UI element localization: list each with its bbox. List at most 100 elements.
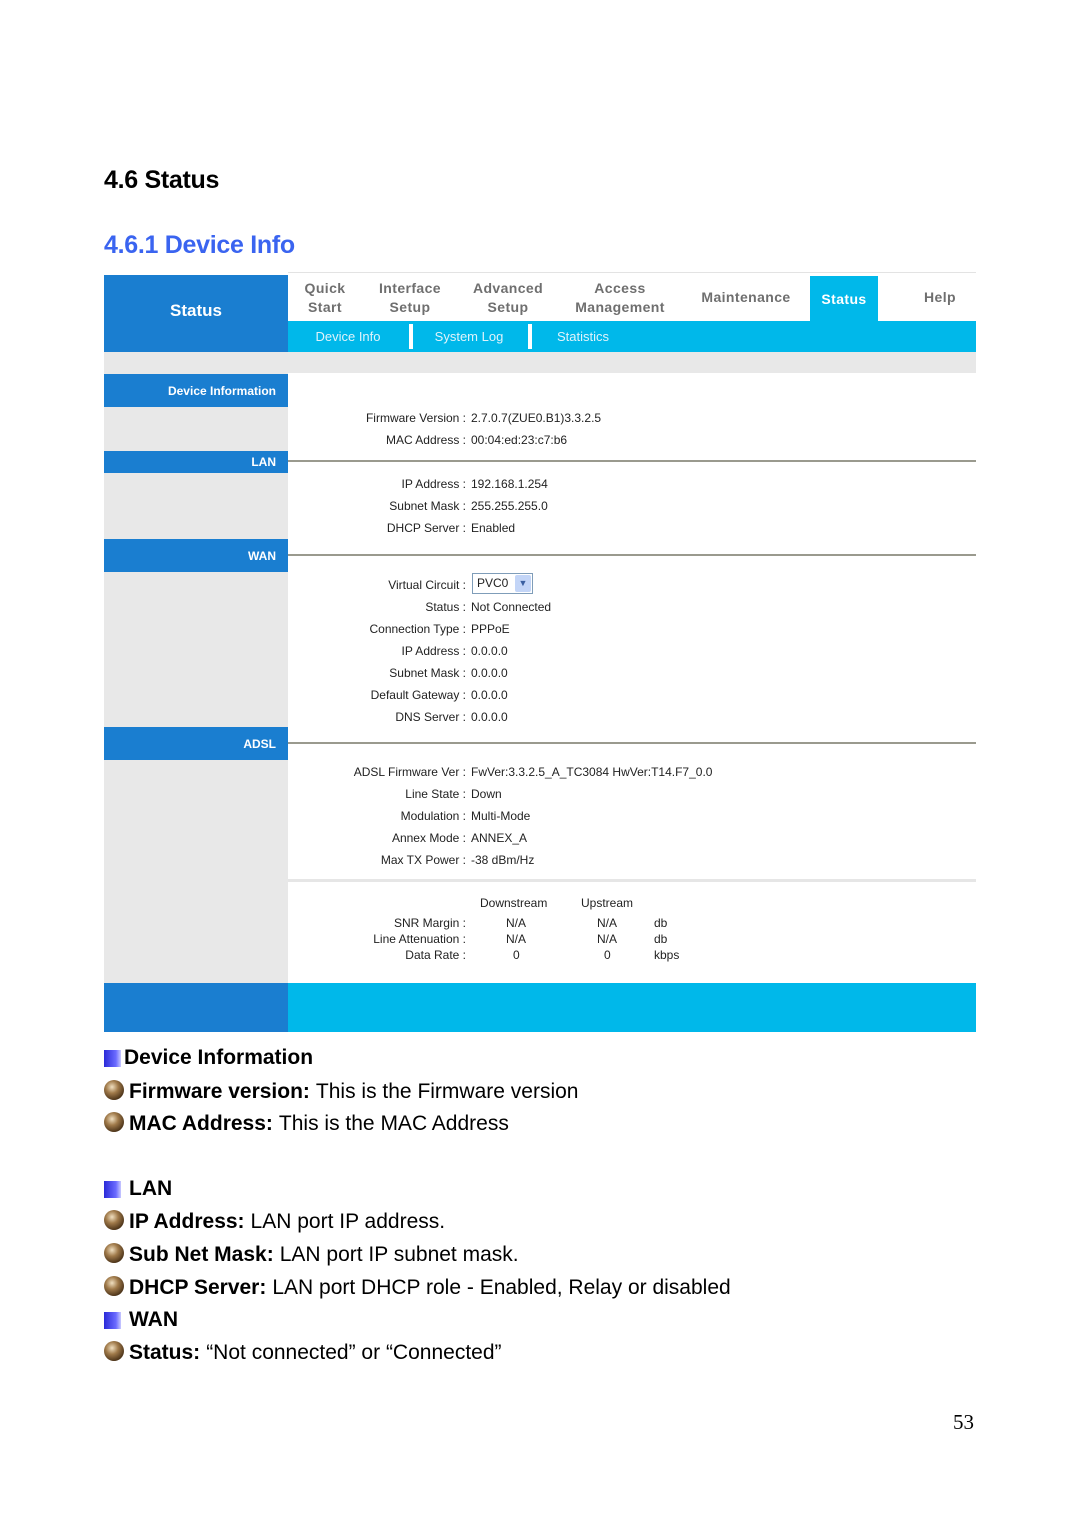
field-label: DHCP Server : [386, 521, 466, 535]
section-divider [288, 742, 976, 744]
field-label: Max TX Power : [380, 853, 466, 867]
field-label: Subnet Mask : [389, 666, 466, 680]
menu-access-management[interactable]: Access Management [558, 273, 682, 322]
submenu-separator [409, 324, 413, 349]
field-label: IP Address : [401, 477, 466, 491]
side-header-lan: LAN [104, 451, 288, 473]
stats-row-label: SNR Margin : [393, 916, 466, 930]
chevron-down-icon[interactable]: ▼ [515, 575, 531, 592]
doc-term: DHCP Server: [129, 1276, 267, 1299]
menu-interface-setup[interactable]: Interface Setup [362, 273, 458, 322]
section-heading: 4.6 Status [104, 166, 220, 194]
side-header-adsl: ADSL [104, 727, 288, 760]
wan-status-value: Not Connected [471, 600, 552, 614]
menu-status[interactable]: Status [810, 276, 878, 322]
field-label: Line State : [405, 787, 466, 801]
wan-connection-type-value: PPPoE [471, 622, 510, 636]
stats-row-label: Data Rate : [405, 948, 466, 962]
doc-term: IP Address: [129, 1210, 245, 1233]
menu-help[interactable]: Help [878, 273, 976, 322]
datarate-unit: kbps [654, 948, 680, 962]
field-label: Status : [425, 600, 466, 614]
doc-item: MAC Address: This is the MAC Address [104, 1112, 509, 1136]
subsection-heading: 4.6.1 Device Info [104, 231, 295, 259]
doc-term: Status: [129, 1341, 201, 1364]
lan-subnet-value: 255.255.255.0 [471, 499, 548, 513]
field-label: Default Gateway : [370, 688, 466, 702]
square-bullet-icon [104, 1311, 121, 1329]
stats-header-downstream: Downstream [480, 896, 548, 910]
doc-item: Firmware version: This is the Firmware v… [104, 1080, 578, 1104]
sphere-bullet-icon [104, 1210, 124, 1230]
attenuation-unit: db [654, 932, 668, 946]
sphere-bullet-icon [104, 1243, 124, 1263]
field-label: ADSL Firmware Ver : [353, 765, 466, 779]
field-label: Firmware Version : [365, 411, 466, 425]
menu-quick-start[interactable]: Quick Start [288, 273, 362, 322]
doc-heading-wan: WAN [104, 1308, 178, 1332]
virtual-circuit-select[interactable]: PVC0 ▼ [472, 573, 533, 594]
field-label: IP Address : [401, 644, 466, 658]
doc-term: MAC Address: [129, 1112, 273, 1135]
attenuation-downstream: N/A [506, 932, 527, 946]
line-state-value: Down [471, 787, 502, 801]
sub-menu: Device Info System Log Statistics [288, 321, 976, 352]
doc-heading-text: Device Information [124, 1046, 314, 1069]
footer-left-bar [104, 983, 288, 1032]
doc-desc: LAN port IP subnet mask. [279, 1243, 519, 1266]
square-bullet-icon [104, 1180, 121, 1198]
doc-desc: “Not connected” or “Connected” [206, 1341, 502, 1364]
sphere-bullet-icon [104, 1276, 124, 1296]
doc-heading-text: LAN [129, 1177, 173, 1200]
annex-mode-value: ANNEX_A [471, 831, 528, 845]
stats-row-label: Line Attenuation : [373, 932, 466, 946]
field-label: DNS Server : [395, 710, 466, 724]
side-header-device-information: Device Information [104, 374, 288, 407]
wan-ip-value: 0.0.0.0 [471, 644, 508, 658]
datarate-upstream: 0 [604, 948, 611, 962]
field-label: Modulation : [400, 809, 466, 823]
field-label: MAC Address : [385, 433, 466, 447]
field-label: Virtual Circuit : [388, 578, 466, 592]
wan-gateway-value: 0.0.0.0 [471, 688, 508, 702]
doc-item: Sub Net Mask: LAN port IP subnet mask. [104, 1243, 519, 1267]
router-status-screenshot: Status Quick Start Interface Setup Advan… [104, 272, 976, 1032]
doc-desc: LAN port DHCP role - Enabled, Relay or d… [272, 1276, 731, 1299]
doc-term: Firmware version: [129, 1080, 310, 1103]
field-label: Annex Mode : [391, 831, 466, 845]
snr-upstream: N/A [597, 916, 618, 930]
menu-advanced-setup[interactable]: Advanced Setup [458, 273, 558, 322]
brand-status-label: Status [104, 275, 288, 352]
lan-ip-value: 192.168.1.254 [471, 477, 548, 491]
doc-heading-lan: LAN [104, 1177, 172, 1201]
doc-heading-text: WAN [129, 1308, 178, 1331]
adsl-firmware-value: FwVer:3.3.2.5_A_TC3084 HwVer:T14.F7_0.0 [471, 765, 713, 779]
wan-dns-value: 0.0.0.0 [471, 710, 508, 724]
stats-header-upstream: Upstream [581, 896, 634, 910]
doc-desc: This is the Firmware version [315, 1080, 579, 1103]
wan-subnet-value: 0.0.0.0 [471, 666, 508, 680]
doc-item: IP Address: LAN port IP address. [104, 1210, 445, 1234]
virtual-circuit-selected: PVC0 [477, 576, 509, 590]
sphere-bullet-icon [104, 1112, 124, 1132]
attenuation-upstream: N/A [597, 932, 618, 946]
submenu-system-log[interactable]: System Log [414, 321, 524, 352]
square-bullet-icon [104, 1049, 121, 1067]
doc-term: Sub Net Mask: [129, 1243, 274, 1266]
doc-desc: LAN port IP address. [250, 1210, 446, 1233]
stats-divider [288, 879, 976, 882]
submenu-device-info[interactable]: Device Info [288, 321, 408, 352]
snr-unit: db [654, 916, 668, 930]
header-strip [104, 352, 976, 373]
submenu-statistics[interactable]: Statistics [536, 321, 630, 352]
footer-right-bar [288, 983, 976, 1032]
page-number: 53 [953, 1410, 974, 1434]
field-label: Connection Type : [369, 622, 466, 636]
side-header-wan: WAN [104, 539, 288, 572]
top-menu: Quick Start Interface Setup Advanced Set… [288, 272, 976, 322]
lan-dhcp-value: Enabled [471, 521, 516, 535]
menu-maintenance[interactable]: Maintenance [682, 273, 810, 322]
doc-heading-device-information: Device Information [104, 1046, 313, 1070]
max-tx-power-value: -38 dBm/Hz [471, 853, 535, 867]
firmware-version-value: 2.7.0.7(ZUE0.B1)3.3.2.5 [471, 411, 602, 425]
